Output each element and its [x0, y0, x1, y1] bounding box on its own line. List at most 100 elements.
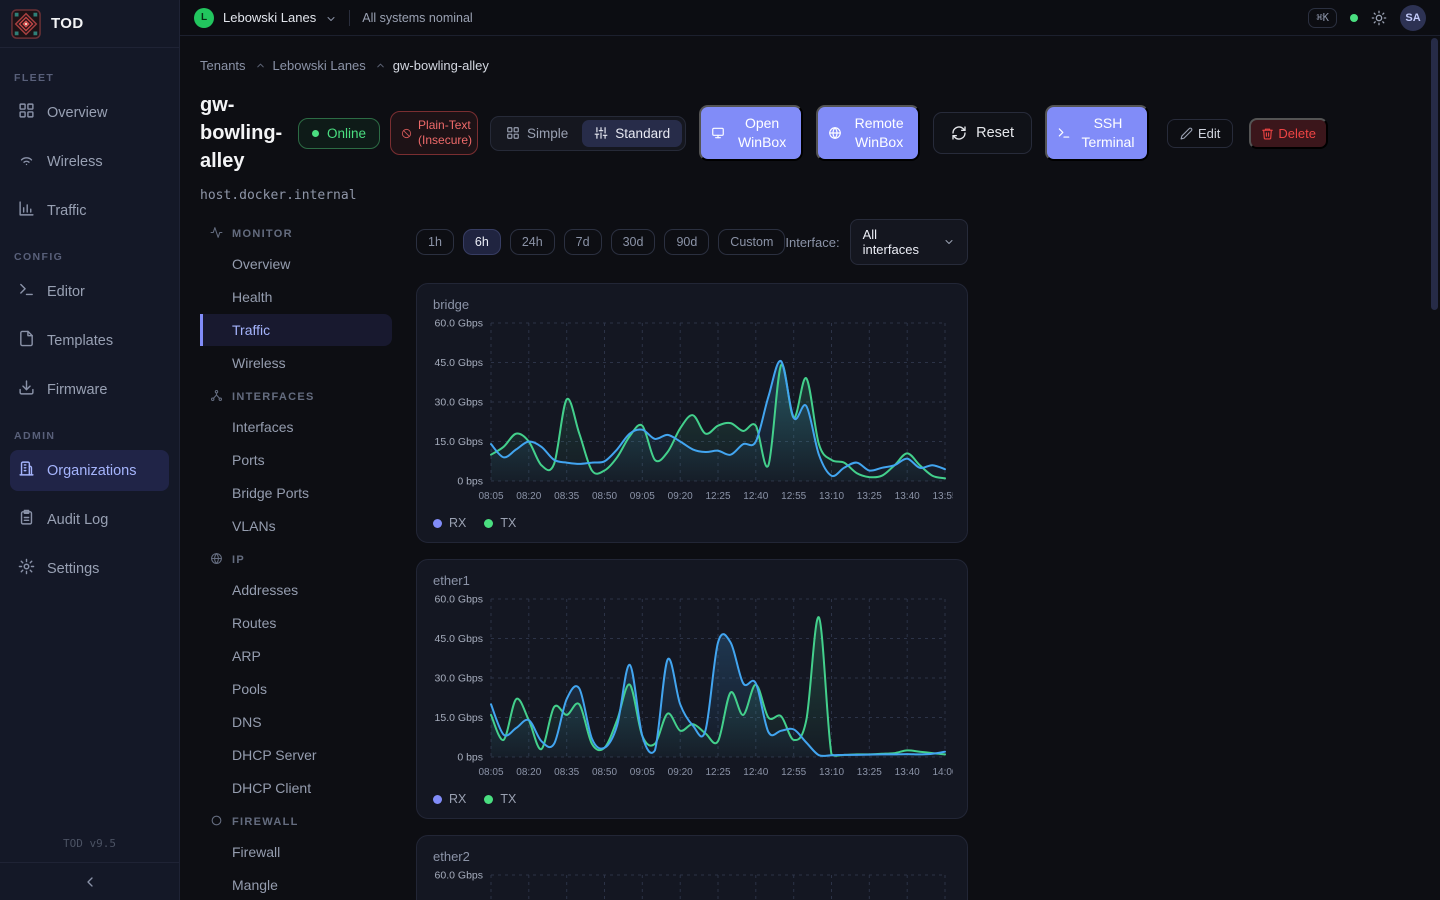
sidebar-item-overview[interactable]: Overview: [10, 92, 169, 133]
remote-winbox-button[interactable]: Remote WinBox: [816, 105, 920, 161]
subnav-item-mangle[interactable]: Mangle: [200, 869, 392, 900]
sidebar-nav: FLEETOverviewWirelessTrafficCONFIGEditor…: [0, 48, 179, 829]
charts-column: 1h6h24h7d30d90dCustom Interface: All int…: [416, 219, 968, 900]
page-title: gw-bowling-alley: [200, 91, 288, 175]
wifi-icon: [18, 151, 35, 172]
range-1h[interactable]: 1h: [416, 229, 454, 255]
chevron-down-icon: [943, 236, 955, 248]
legend-item-tx: TX: [484, 516, 516, 530]
tenant-name: Lebowski Lanes: [223, 10, 316, 25]
open-winbox-button[interactable]: Open WinBox: [699, 105, 803, 161]
sidebar-item-settings[interactable]: Settings: [10, 548, 169, 589]
scrollbar-thumb[interactable]: [1431, 38, 1438, 310]
ether2-traffic-chart: 0 bps15.0 Gbps30.0 Gbps45.0 Gbps60.0 Gbp…: [433, 867, 953, 900]
subnav-item-addresses[interactable]: Addresses: [200, 574, 392, 606]
app-logo-icon: [11, 9, 41, 39]
breadcrumb-tenants[interactable]: Tenants: [200, 58, 246, 73]
subnav-item-interfaces[interactable]: Interfaces: [200, 411, 392, 443]
tenant-selector[interactable]: L Lebowski Lanes: [194, 8, 337, 28]
chevron-down-icon: [325, 12, 337, 24]
grid-icon: [18, 102, 35, 123]
subnav-item-pools[interactable]: Pools: [200, 673, 392, 705]
subnav-item-dns[interactable]: DNS: [200, 706, 392, 738]
theme-toggle-button[interactable]: [1371, 10, 1387, 26]
tenant-avatar: L: [194, 8, 214, 28]
subnav-item-wireless[interactable]: Wireless: [200, 347, 392, 379]
svg-text:12:25: 12:25: [705, 767, 730, 778]
sliders-icon: [594, 126, 608, 140]
subnav-item-bridge-ports[interactable]: Bridge Ports: [200, 477, 392, 509]
breadcrumb-current: gw-bowling-alley: [393, 58, 489, 73]
sidebar-item-organizations[interactable]: Organizations: [10, 450, 169, 491]
app-logo-row: TOD: [0, 0, 179, 48]
gear-icon: [18, 558, 35, 579]
legend-item-rx: RX: [433, 792, 466, 806]
subnav-item-ports[interactable]: Ports: [200, 444, 392, 476]
sidebar-item-traffic[interactable]: Traffic: [10, 190, 169, 231]
svg-text:08:35: 08:35: [554, 491, 579, 502]
range-6h[interactable]: 6h: [463, 229, 501, 255]
view-mode-toggle: Simple Standard: [490, 116, 686, 151]
main-content: Tenants Lebowski Lanes gw-bowling-alley …: [180, 36, 1440, 900]
chart-controls: 1h6h24h7d30d90dCustom Interface: All int…: [416, 219, 968, 265]
topbar: L Lebowski Lanes All systems nominal ⌘K …: [180, 0, 1440, 36]
globe-icon: [828, 126, 842, 140]
legend-item-tx: TX: [484, 792, 516, 806]
globe-icon: [210, 552, 223, 568]
subnav-item-routes[interactable]: Routes: [200, 607, 392, 639]
sidebar-item-label: Editor: [47, 284, 85, 300]
breadcrumb-tenant[interactable]: Lebowski Lanes: [273, 58, 366, 73]
svg-text:08:50: 08:50: [592, 491, 617, 502]
sidebar-item-wireless[interactable]: Wireless: [10, 141, 169, 182]
sidebar-section-config: CONFIG: [14, 251, 165, 263]
subnav-item-overview[interactable]: Overview: [200, 248, 392, 280]
subnav-item-firewall[interactable]: Firewall: [200, 836, 392, 868]
interface-select[interactable]: All interfaces: [850, 219, 968, 265]
range-24h[interactable]: 24h: [510, 229, 555, 255]
range-7d[interactable]: 7d: [564, 229, 602, 255]
terminal-icon: [18, 281, 35, 302]
reset-button[interactable]: Reset: [933, 112, 1032, 154]
chart-title: bridge: [433, 297, 951, 312]
delete-button[interactable]: Delete: [1249, 118, 1328, 149]
sidebar-item-label: Firmware: [47, 382, 107, 398]
chart-card-ether2: ether20 bps15.0 Gbps30.0 Gbps45.0 Gbps60…: [416, 835, 968, 900]
svg-text:30.0 Gbps: 30.0 Gbps: [435, 673, 483, 685]
svg-text:13:10: 13:10: [819, 767, 844, 778]
insecure-warning-badge: Plain-Text (Insecure): [390, 111, 478, 155]
monitor-icon: [711, 126, 725, 140]
svg-text:15.0 Gbps: 15.0 Gbps: [435, 712, 483, 724]
subnav-item-dhcp-client[interactable]: DHCP Client: [200, 772, 392, 804]
view-mode-simple[interactable]: Simple: [494, 120, 580, 147]
interface-select-value: All interfaces: [863, 227, 932, 257]
subnav-item-vlans[interactable]: VLANs: [200, 510, 392, 542]
sidebar-item-editor[interactable]: Editor: [10, 271, 169, 312]
insecure-warning-label: Plain-Text (Insecure): [418, 118, 472, 148]
sidebar-item-audit-log[interactable]: Audit Log: [10, 499, 169, 540]
range-90d[interactable]: 90d: [664, 229, 709, 255]
network-icon: [210, 389, 223, 405]
range-30d[interactable]: 30d: [611, 229, 656, 255]
svg-text:0 bps: 0 bps: [457, 752, 483, 764]
svg-text:09:20: 09:20: [668, 491, 693, 502]
range-custom[interactable]: Custom: [718, 229, 785, 255]
legend-dot-icon: [484, 795, 493, 804]
subnav-item-traffic[interactable]: Traffic: [200, 314, 392, 346]
svg-text:13:55: 13:55: [932, 491, 953, 502]
subnav-item-arp[interactable]: ARP: [200, 640, 392, 672]
command-palette-shortcut[interactable]: ⌘K: [1308, 8, 1337, 28]
terminal-icon: [1057, 126, 1071, 140]
edit-button[interactable]: Edit: [1167, 119, 1233, 148]
file-icon: [18, 330, 35, 351]
view-mode-standard[interactable]: Standard: [582, 120, 682, 147]
sidebar-item-firmware[interactable]: Firmware: [10, 369, 169, 410]
subnav-section-firewall: FIREWALL: [200, 805, 392, 835]
sidebar-collapse-button[interactable]: [0, 862, 179, 900]
device-subnav: MONITOROverviewHealthTrafficWirelessINTE…: [200, 217, 392, 900]
subnav-item-dhcp-server[interactable]: DHCP Server: [200, 739, 392, 771]
user-avatar[interactable]: SA: [1400, 5, 1426, 31]
sidebar-item-templates[interactable]: Templates: [10, 320, 169, 361]
ssh-terminal-button[interactable]: SSH Terminal: [1045, 105, 1149, 161]
subnav-item-health[interactable]: Health: [200, 281, 392, 313]
barchart-icon: [18, 200, 35, 221]
